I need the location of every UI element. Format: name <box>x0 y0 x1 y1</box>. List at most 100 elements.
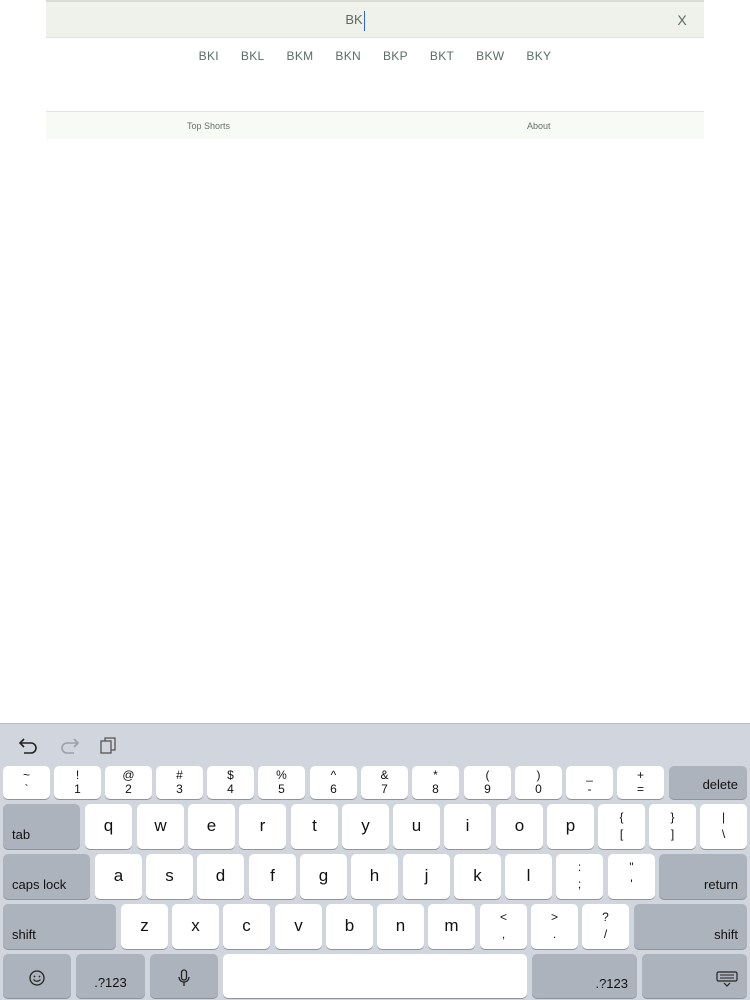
key-r[interactable]: r <box>239 804 286 849</box>
shift-left-key[interactable]: shift <box>3 904 116 949</box>
key-t[interactable]: t <box>291 804 338 849</box>
numbers-key-left[interactable]: .?123 <box>76 954 145 998</box>
keyboard-hide-icon <box>716 971 738 992</box>
key-a[interactable]: a <box>95 854 142 899</box>
key-equals[interactable]: + = <box>617 766 664 799</box>
key-1[interactable]: ! 1 <box>54 766 101 799</box>
key-comma[interactable]: <, <box>480 904 527 949</box>
suggestion-item[interactable]: BKI <box>188 49 230 63</box>
key-d[interactable]: d <box>197 854 244 899</box>
suggestion-item[interactable]: BKM <box>276 49 325 63</box>
key-k[interactable]: k <box>454 854 501 899</box>
key-backslash[interactable]: | \ <box>700 804 747 849</box>
delete-key[interactable]: delete <box>669 766 747 799</box>
key-slash[interactable]: ? / <box>582 904 629 949</box>
key-bottom-char: 5 <box>278 782 285 796</box>
emoji-key[interactable] <box>3 954 71 998</box>
key-top-char: > <box>550 910 558 924</box>
about-link[interactable]: About <box>527 121 551 131</box>
key-char: s <box>165 866 174 885</box>
suggestion-item[interactable]: BKW <box>465 49 515 63</box>
key-top-char: " <box>629 860 634 874</box>
key-char: d <box>215 866 226 885</box>
key-top-char: + <box>636 768 644 782</box>
key-top-char: ! <box>75 768 80 782</box>
key-n[interactable]: n <box>377 904 424 949</box>
key-quote[interactable]: " ' <box>608 854 655 899</box>
key-w[interactable]: w <box>137 804 184 849</box>
key-4[interactable]: $4 <box>207 766 254 799</box>
key-top-char: { <box>619 810 624 824</box>
key-c[interactable]: c <box>223 904 270 949</box>
key-top-char: : <box>577 860 582 874</box>
key-top-char: $ <box>227 768 234 782</box>
key-u[interactable]: u <box>393 804 440 849</box>
return-key[interactable]: return <box>659 854 747 899</box>
tab-key[interactable]: tab <box>3 804 80 849</box>
key-bottom-char: 4 <box>227 782 234 796</box>
key-minus[interactable]: _ - <box>566 766 613 799</box>
key-m[interactable]: m <box>428 904 475 949</box>
key-5[interactable]: % 5 <box>258 766 305 799</box>
key-x[interactable]: x <box>172 904 219 949</box>
tab-key-label: tab <box>12 827 31 842</box>
key-period[interactable]: >. <box>531 904 578 949</box>
key-top-char: & <box>380 768 389 782</box>
clear-search-button[interactable]: X <box>672 8 692 32</box>
key-b[interactable]: b <box>326 904 373 949</box>
key-q[interactable]: q <box>85 804 132 849</box>
key-9[interactable]: (9 <box>464 766 511 799</box>
shift-right-key[interactable]: shift <box>634 904 747 949</box>
key-7[interactable]: & 7 <box>361 766 408 799</box>
key-backtick[interactable]: ~ ` <box>3 766 50 799</box>
key-g[interactable]: g <box>300 854 347 899</box>
delete-key-label: delete <box>702 777 738 792</box>
top-shorts-link[interactable]: Top Shorts <box>187 121 230 131</box>
key-h[interactable]: h <box>351 854 398 899</box>
key-bracket-left[interactable]: {[ <box>598 804 645 849</box>
search-input[interactable]: BK <box>46 2 664 38</box>
numbers-key-right[interactable]: .?123 <box>532 954 637 998</box>
suggestion-item[interactable]: BKY <box>515 49 562 63</box>
undo-icon[interactable] <box>18 736 40 754</box>
key-2[interactable]: @2 <box>105 766 152 799</box>
hide-keyboard-key[interactable] <box>642 954 747 998</box>
suggestion-item[interactable]: BKP <box>372 49 419 63</box>
key-bottom-char: ` <box>24 782 29 796</box>
dictation-key[interactable] <box>150 954 218 998</box>
paste-icon[interactable] <box>98 736 120 754</box>
shift-key-label: shift <box>714 927 738 942</box>
suggestion-item[interactable]: BKN <box>324 49 372 63</box>
key-y[interactable]: y <box>342 804 389 849</box>
key-l[interactable]: l <box>505 854 552 899</box>
key-semicolon[interactable]: :; <box>556 854 603 899</box>
key-s[interactable]: s <box>146 854 193 899</box>
key-6[interactable]: ^ 6 <box>310 766 357 799</box>
key-8[interactable]: * 8 <box>412 766 459 799</box>
key-j[interactable]: j <box>403 854 450 899</box>
key-0[interactable]: ) 0 <box>515 766 562 799</box>
key-i[interactable]: i <box>444 804 491 849</box>
key-char: z <box>140 916 149 935</box>
key-bottom-char: ] <box>670 827 675 841</box>
key-char: y <box>361 816 370 835</box>
key-char: t <box>312 816 317 835</box>
key-top-char: % <box>276 768 287 782</box>
redo-icon[interactable] <box>58 736 80 754</box>
caps-lock-key[interactable]: caps lock <box>3 854 90 899</box>
key-f[interactable]: f <box>249 854 296 899</box>
key-o[interactable]: o <box>496 804 543 849</box>
key-bottom-char: 2 <box>125 782 132 796</box>
key-char: c <box>242 916 251 935</box>
space-bar[interactable] <box>223 954 527 998</box>
key-z[interactable]: z <box>121 904 168 949</box>
key-p[interactable]: p <box>547 804 594 849</box>
suggestion-item[interactable]: BKL <box>230 49 276 63</box>
key-bracket-right[interactable]: }] <box>649 804 696 849</box>
key-3[interactable]: #3 <box>156 766 203 799</box>
key-top-char: < <box>499 910 507 924</box>
suggestion-item[interactable]: BKT <box>419 49 465 63</box>
key-e[interactable]: e <box>188 804 235 849</box>
key-v[interactable]: v <box>275 904 322 949</box>
key-top-char: * <box>433 768 438 782</box>
